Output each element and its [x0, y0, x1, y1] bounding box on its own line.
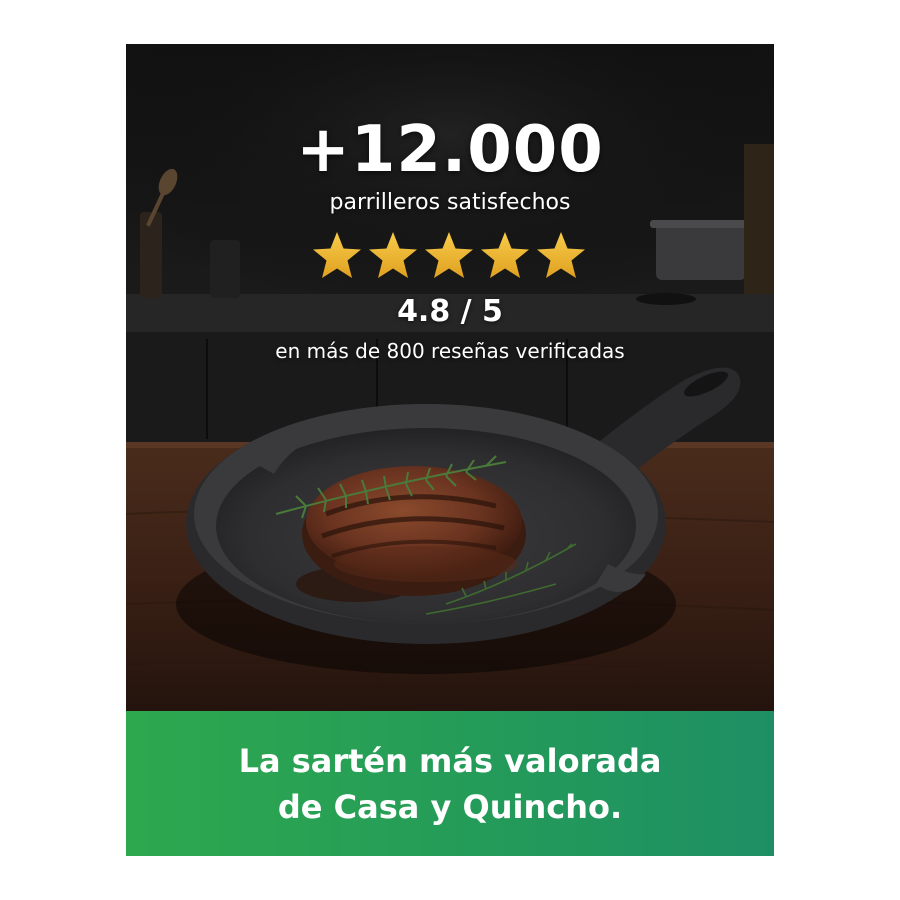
star-icon [369, 232, 417, 278]
tagline-text: La sartén más valorada de Casa y Quincho… [238, 741, 662, 826]
promo-card: +12.000 parrilleros satisfechos 4.8 / 5 … [126, 44, 774, 856]
rating-stars [313, 232, 585, 278]
tagline-banner: La sartén más valorada de Casa y Quincho… [126, 711, 774, 856]
review-count-text: en más de 800 reseñas verificadas [275, 339, 625, 363]
rating-score: 4.8 / 5 [397, 294, 503, 329]
rating-overlay: +12.000 parrilleros satisfechos 4.8 / 5 … [126, 44, 774, 711]
customer-count-headline: +12.000 [296, 113, 604, 187]
customer-count-caption: parrilleros satisfechos [329, 190, 571, 215]
star-icon [537, 232, 585, 278]
star-icon [481, 232, 529, 278]
star-icon [313, 232, 361, 278]
star-icon [425, 232, 473, 278]
